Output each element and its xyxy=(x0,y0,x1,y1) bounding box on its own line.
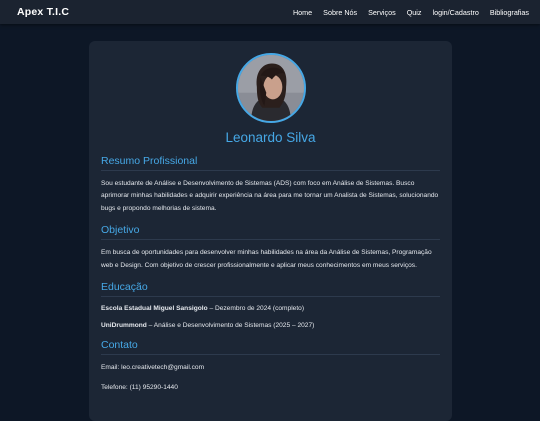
profile-card: Leonardo Silva Resumo Profissional Sou e… xyxy=(89,41,452,421)
education-detail: – Dezembro de 2024 (completo) xyxy=(207,305,305,313)
education-item: Escola Estadual Miguel Sansigolo – Dezem… xyxy=(101,304,440,313)
nav-links: Home Sobre Nós Serviços Quiz login/Cadas… xyxy=(282,8,529,17)
nav-link-quiz[interactable]: Quiz xyxy=(407,8,422,17)
section-title-resumo: Resumo Profissional xyxy=(101,155,440,171)
section-title-educacao: Educação xyxy=(101,281,440,298)
nav-link-login-cadastro[interactable]: login/Cadastro xyxy=(432,8,478,17)
section-resumo: Resumo Profissional Sou estudante de Aná… xyxy=(101,155,440,215)
education-detail: – Análise e Desenvolvimento de Sistemas … xyxy=(146,322,315,330)
profile-name: Leonardo Silva xyxy=(225,130,316,145)
nav-link-bibliografias[interactable]: Bibliografias xyxy=(490,8,529,17)
brand-logo[interactable]: Apex T.I.C xyxy=(17,6,69,18)
education-item: UniDrummond – Análise e Desenvolvimento … xyxy=(101,321,440,330)
section-title-objetivo: Objetivo xyxy=(101,224,440,241)
section-title-contato: Contato xyxy=(101,339,440,356)
education-school: UniDrummond xyxy=(101,322,147,330)
section-contato: Contato Email: leo.creativetech@gmail.co… xyxy=(101,339,440,395)
education-school: Escola Estadual Miguel Sansigolo xyxy=(101,305,208,313)
avatar xyxy=(235,53,306,123)
profile-photo-icon xyxy=(237,55,304,121)
nav-link-sobre-nos[interactable]: Sobre Nós xyxy=(323,8,357,17)
contact-email: Email: leo.creativetech@gmail.com xyxy=(101,364,205,372)
section-text-resumo: Sou estudante de Análise e Desenvolvimen… xyxy=(101,180,439,212)
section-text-objetivo: Em busca de oportunidades para desenvolv… xyxy=(101,249,432,269)
contact-phone: Telefone: (11) 95290-1440 xyxy=(101,384,178,392)
nav-link-home[interactable]: Home xyxy=(293,8,312,17)
section-objetivo: Objetivo Em busca de oportunidades para … xyxy=(101,224,440,272)
nav-link-servicos[interactable]: Serviços xyxy=(368,8,396,17)
section-educacao: Educação Escola Estadual Miguel Sansigol… xyxy=(101,281,440,330)
top-navbar: Apex T.I.C Home Sobre Nós Serviços Quiz … xyxy=(0,0,540,24)
